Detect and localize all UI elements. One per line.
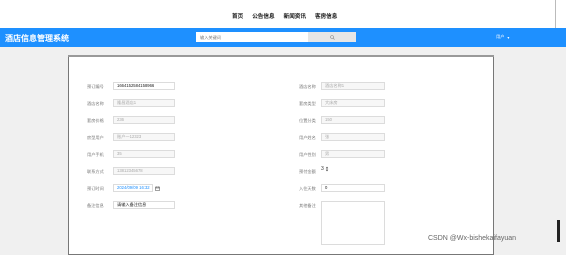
booking-time-field[interactable]: 2024/09/09 16:32: [113, 184, 153, 192]
user-name: 用户: [496, 34, 505, 39]
stay-days-field[interactable]: 0: [321, 184, 385, 192]
hotel-name-field: 隆昌酒店1: [113, 99, 175, 107]
search-icon: [329, 34, 335, 40]
booking-time-label: 预订时间: [87, 186, 104, 191]
location-field: 150: [321, 116, 385, 124]
user-phone-label: 用户手机: [87, 152, 104, 157]
chevron-down-icon: ▾: [507, 34, 510, 40]
other-remarks-label: 其他备注: [299, 203, 316, 208]
user-phone-field: 35: [113, 150, 175, 158]
user-name-label: 用户姓名: [299, 135, 316, 140]
user-gender-field: 男: [321, 150, 385, 158]
nav-links: 首页 公告信息 新闻资讯 客房信息: [232, 12, 337, 20]
booking-number-field[interactable]: 1664152584158966: [113, 82, 175, 90]
hotel-name-label: 酒店名称: [87, 101, 104, 106]
contact-label: 联系方式: [87, 169, 104, 174]
room-price-label: 套房价格: [87, 118, 104, 123]
user-menu[interactable]: 用户 ▾: [496, 34, 510, 40]
deposit-label: 预付金额: [299, 169, 316, 174]
deposit-value: 3: [321, 166, 324, 172]
room-type-label: 套房类型: [299, 101, 316, 106]
room-user-field: 账户一12323: [113, 133, 175, 141]
site-header: 酒店信息管理系统 用户 ▾: [0, 28, 566, 47]
search-button[interactable]: [308, 32, 356, 42]
room-user-label: 房型用户: [87, 135, 104, 140]
nav-link-news[interactable]: 新闻资讯: [284, 12, 306, 20]
right-hotel-name-field: 酒店名称1: [321, 82, 385, 90]
panel-top-border: [68, 55, 494, 57]
search-input[interactable]: [196, 32, 308, 42]
right-hotel-name-label: 酒店名称: [299, 84, 316, 89]
room-price-field: 236: [113, 116, 175, 124]
other-remarks-textarea[interactable]: [321, 201, 385, 245]
location-label: 位置分类: [299, 118, 316, 123]
top-navigation: 首页 公告信息 新闻资讯 客房信息: [0, 0, 566, 28]
site-brand: 酒店信息管理系统: [5, 34, 69, 43]
nav-link-rooms[interactable]: 客房信息: [315, 12, 337, 20]
nav-link-notices[interactable]: 公告信息: [252, 12, 274, 20]
nav-divider: [555, 0, 556, 28]
room-type-field: 大床房: [321, 99, 385, 107]
contact-field: 13812345678: [113, 167, 175, 175]
user-gender-label: 用户性别: [299, 152, 316, 157]
nav-link-home[interactable]: 首页: [232, 12, 243, 20]
calendar-icon[interactable]: [155, 186, 160, 191]
stepper-arrows-icon[interactable]: [325, 166, 329, 172]
booking-detail-panel: 预订编号 1664152584158966 酒店名称 隆昌酒店1 套房价格 23…: [68, 55, 494, 255]
remarks-field[interactable]: 请输入备注信息: [113, 201, 175, 209]
scrollbar-edge: [557, 220, 560, 242]
booking-number-label: 预订编号: [87, 84, 104, 89]
remarks-label: 备注信息: [87, 203, 104, 208]
user-name-field: 张: [321, 133, 385, 141]
deposit-stepper[interactable]: 3: [321, 166, 329, 172]
stay-days-label: 入住天数: [299, 186, 316, 191]
watermark: CSDN @Wx-bishekaifayuan: [428, 235, 517, 242]
